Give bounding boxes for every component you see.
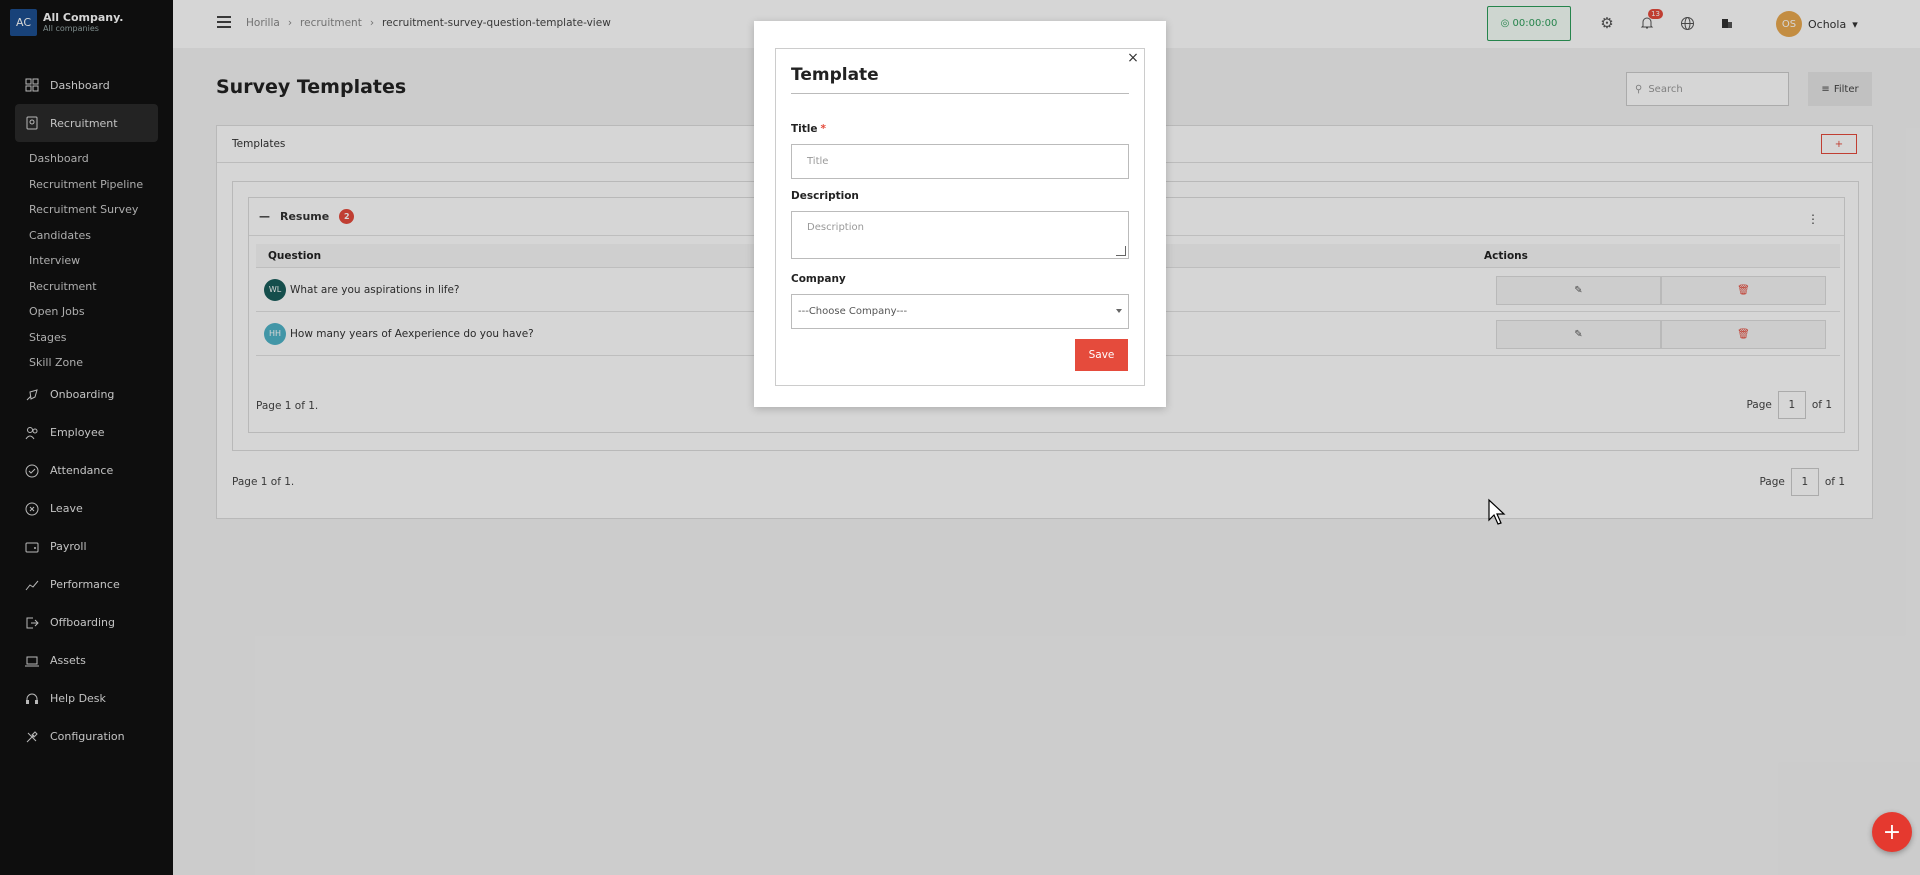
modal-title: Template bbox=[791, 65, 879, 85]
company-label: Company bbox=[791, 273, 846, 285]
save-button[interactable]: Save bbox=[1075, 339, 1128, 371]
floating-add-button[interactable]: + bbox=[1872, 812, 1912, 852]
title-placeholder: Title bbox=[807, 156, 829, 167]
company-select[interactable]: ---Choose Company--- bbox=[791, 294, 1129, 329]
resize-handle-icon[interactable] bbox=[1116, 246, 1126, 256]
divider bbox=[791, 93, 1129, 94]
caret-down-icon bbox=[1116, 309, 1122, 313]
template-modal: × Template Title * Title Description Desc… bbox=[754, 21, 1166, 407]
required-mark: * bbox=[820, 123, 827, 135]
company-selected-value: ---Choose Company--- bbox=[798, 306, 908, 317]
template-form: × Template Title * Title Description Desc… bbox=[775, 48, 1145, 386]
description-placeholder: Description bbox=[807, 222, 864, 233]
description-label: Description bbox=[791, 190, 859, 202]
title-label: Title * bbox=[791, 123, 827, 135]
close-icon[interactable]: × bbox=[1125, 50, 1141, 66]
mouse-cursor-icon bbox=[1488, 498, 1506, 525]
description-textarea[interactable]: Description bbox=[791, 211, 1129, 259]
title-input[interactable]: Title bbox=[791, 144, 1129, 179]
